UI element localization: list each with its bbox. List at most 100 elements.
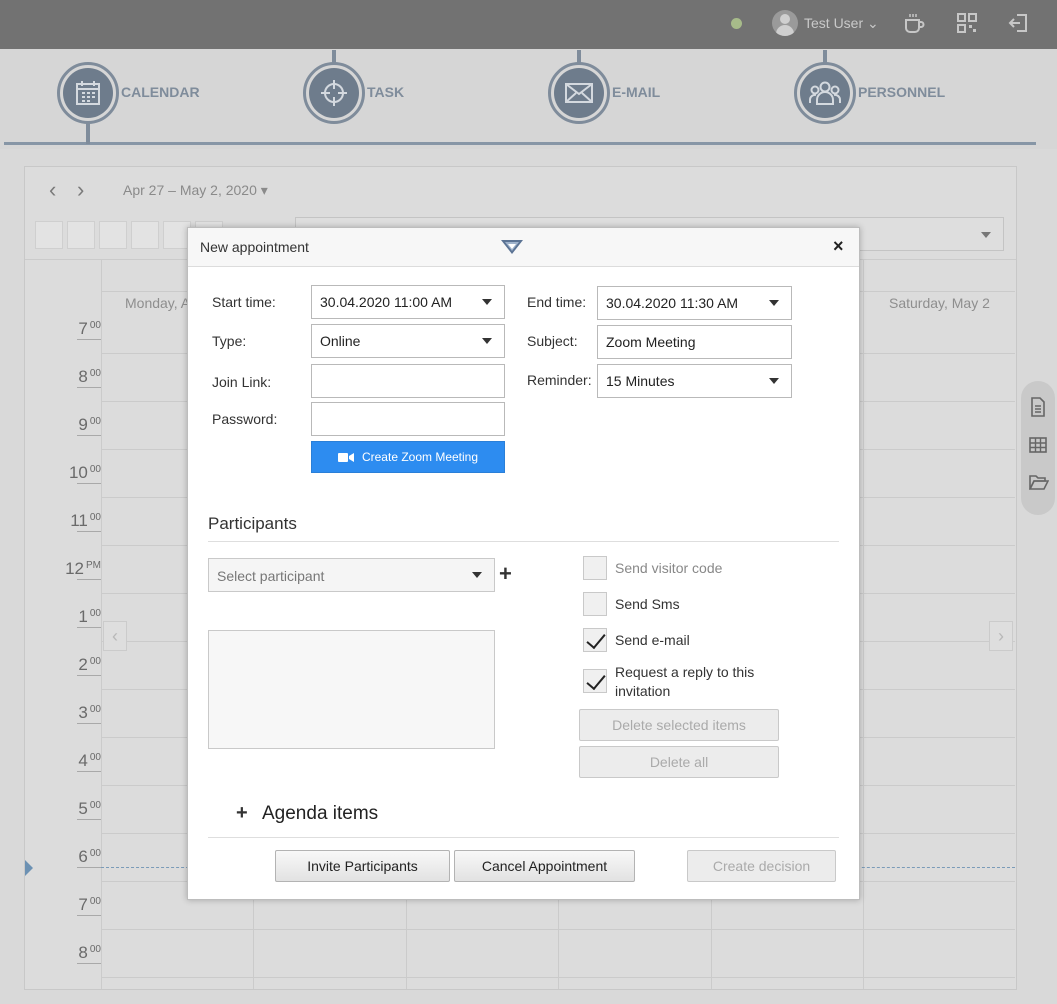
hour-number: 8 — [78, 943, 88, 962]
password-label: Password: — [212, 411, 278, 427]
hour-number: 7 — [78, 319, 88, 338]
add-participant-button[interactable]: + — [499, 561, 512, 587]
document-icon[interactable] — [1029, 397, 1047, 417]
hour-number: 1 — [78, 607, 88, 626]
hour-minutes: 00 — [89, 896, 101, 907]
avatar — [772, 10, 798, 36]
user-menu[interactable]: Test User ⌄ — [772, 9, 879, 37]
hour-label: 9 00 — [65, 415, 101, 435]
password-input[interactable] — [311, 402, 505, 436]
hour-minutes: 00 — [89, 512, 101, 523]
participant-select[interactable]: Select participant — [208, 558, 495, 592]
send-visitor-code-checkbox[interactable] — [583, 556, 607, 580]
brand-logo-icon — [501, 240, 523, 254]
nav-divider — [4, 142, 1036, 145]
end-time-picker[interactable]: 30.04.2020 11:30 AM — [597, 286, 792, 320]
hour-minutes: 00 — [89, 320, 101, 331]
start-time-picker[interactable]: 30.04.2020 11:00 AM — [311, 285, 505, 319]
reminder-label: Reminder: — [527, 372, 592, 388]
close-icon[interactable]: × — [833, 236, 844, 257]
hour-number: 3 — [78, 703, 88, 722]
dialog-header: New appointment × — [188, 228, 859, 267]
hour-number: 12 — [65, 559, 84, 578]
table-icon[interactable] — [1029, 436, 1047, 454]
date-range[interactable]: Apr 27 – May 2, 2020 ▾ — [123, 182, 268, 199]
hour-label: 1 00 — [65, 607, 101, 627]
module-label: CALENDAR — [121, 84, 200, 100]
hour-minutes: 00 — [89, 368, 101, 379]
hour-number: 4 — [78, 751, 88, 770]
calendar-icon — [76, 81, 100, 105]
send-visitor-code-label: Send visitor code — [615, 560, 723, 576]
request-reply-checkbox[interactable] — [583, 669, 607, 693]
envelope-icon — [565, 83, 593, 103]
video-camera-icon — [337, 452, 354, 462]
hour-number: 2 — [78, 655, 88, 674]
first-page-button[interactable] — [35, 221, 63, 249]
hour-number: 11 — [70, 511, 88, 530]
create-zoom-meeting-button[interactable]: Create Zoom Meeting — [311, 441, 505, 473]
hour-number: 6 — [78, 847, 88, 866]
module-label: PERSONNEL — [858, 84, 946, 100]
send-sms-checkbox[interactable] — [583, 592, 607, 616]
join-link-input[interactable] — [311, 364, 505, 398]
hour-label: 7 00 — [65, 895, 101, 915]
hour-label: 11 00 — [65, 511, 101, 531]
current-time-marker — [25, 860, 33, 876]
send-email-checkbox[interactable] — [583, 628, 607, 652]
create-decision-button[interactable]: Create decision — [687, 850, 836, 882]
subject-input[interactable]: Zoom Meeting — [597, 325, 792, 359]
type-label: Type: — [212, 333, 247, 349]
qr-code-icon[interactable] — [956, 12, 978, 34]
prev-week-button[interactable]: ‹ — [49, 177, 56, 203]
start-time-label: Start time: — [212, 294, 276, 310]
hour-number: 7 — [78, 895, 88, 914]
type-select[interactable]: Online — [311, 324, 505, 358]
logout-icon[interactable] — [1007, 12, 1029, 34]
hour-minutes: 00 — [89, 464, 101, 475]
prev-page-button[interactable] — [67, 221, 95, 249]
prev-button[interactable] — [99, 221, 127, 249]
add-agenda-icon[interactable]: + — [236, 802, 248, 825]
module-label: TASK — [367, 84, 405, 100]
hour-minutes: 00 — [89, 608, 101, 619]
participant-list[interactable] — [208, 630, 495, 749]
cancel-appointment-button[interactable]: Cancel Appointment — [454, 850, 635, 882]
hour-label: 6 00 — [65, 847, 101, 867]
hour-label: 12 PM — [65, 559, 101, 579]
hour-label: 2 00 — [65, 655, 101, 675]
coffee-icon[interactable] — [903, 12, 925, 34]
delete-selected-button[interactable]: Delete selected items — [579, 709, 779, 741]
hour-number: 5 — [78, 799, 88, 818]
day-header: Saturday, May 2 — [889, 295, 990, 311]
side-toolbar — [1021, 381, 1055, 515]
end-time-label: End time: — [527, 294, 587, 310]
participants-title: Participants — [208, 514, 297, 533]
people-icon — [809, 81, 841, 105]
scroll-right-button[interactable]: › — [989, 621, 1013, 651]
folder-open-icon[interactable] — [1029, 473, 1049, 491]
invite-participants-button[interactable]: Invite Participants — [275, 850, 450, 882]
next-week-button[interactable]: › — [77, 177, 84, 203]
hour-number: 8 — [78, 367, 88, 386]
hour-minutes: PM — [86, 560, 101, 571]
hour-label: 10 00 — [65, 463, 101, 483]
agenda-items-title[interactable]: Agenda items — [262, 803, 378, 825]
top-bar: Test User ⌄ — [0, 0, 1057, 49]
new-appointment-dialog: New appointment × Start time: 30.04.2020… — [187, 227, 860, 900]
hour-number: 9 — [78, 415, 88, 434]
hour-minutes: 00 — [89, 656, 101, 667]
module-label: E-MAIL — [612, 84, 661, 100]
reminder-select[interactable]: 15 Minutes — [597, 364, 792, 398]
hour-label: 5 00 — [65, 799, 101, 819]
scroll-left-button[interactable]: ‹ — [103, 621, 127, 651]
hour-label: 8 00 — [65, 367, 101, 387]
status-dot — [731, 18, 742, 29]
hour-minutes: 00 — [89, 752, 101, 763]
hour-number: 10 — [68, 463, 88, 482]
next-button[interactable] — [131, 221, 159, 249]
subject-label: Subject: — [527, 333, 578, 349]
hour-label: 4 00 — [65, 751, 101, 771]
crosshair-icon — [321, 80, 347, 106]
delete-all-button[interactable]: Delete all — [579, 746, 779, 778]
